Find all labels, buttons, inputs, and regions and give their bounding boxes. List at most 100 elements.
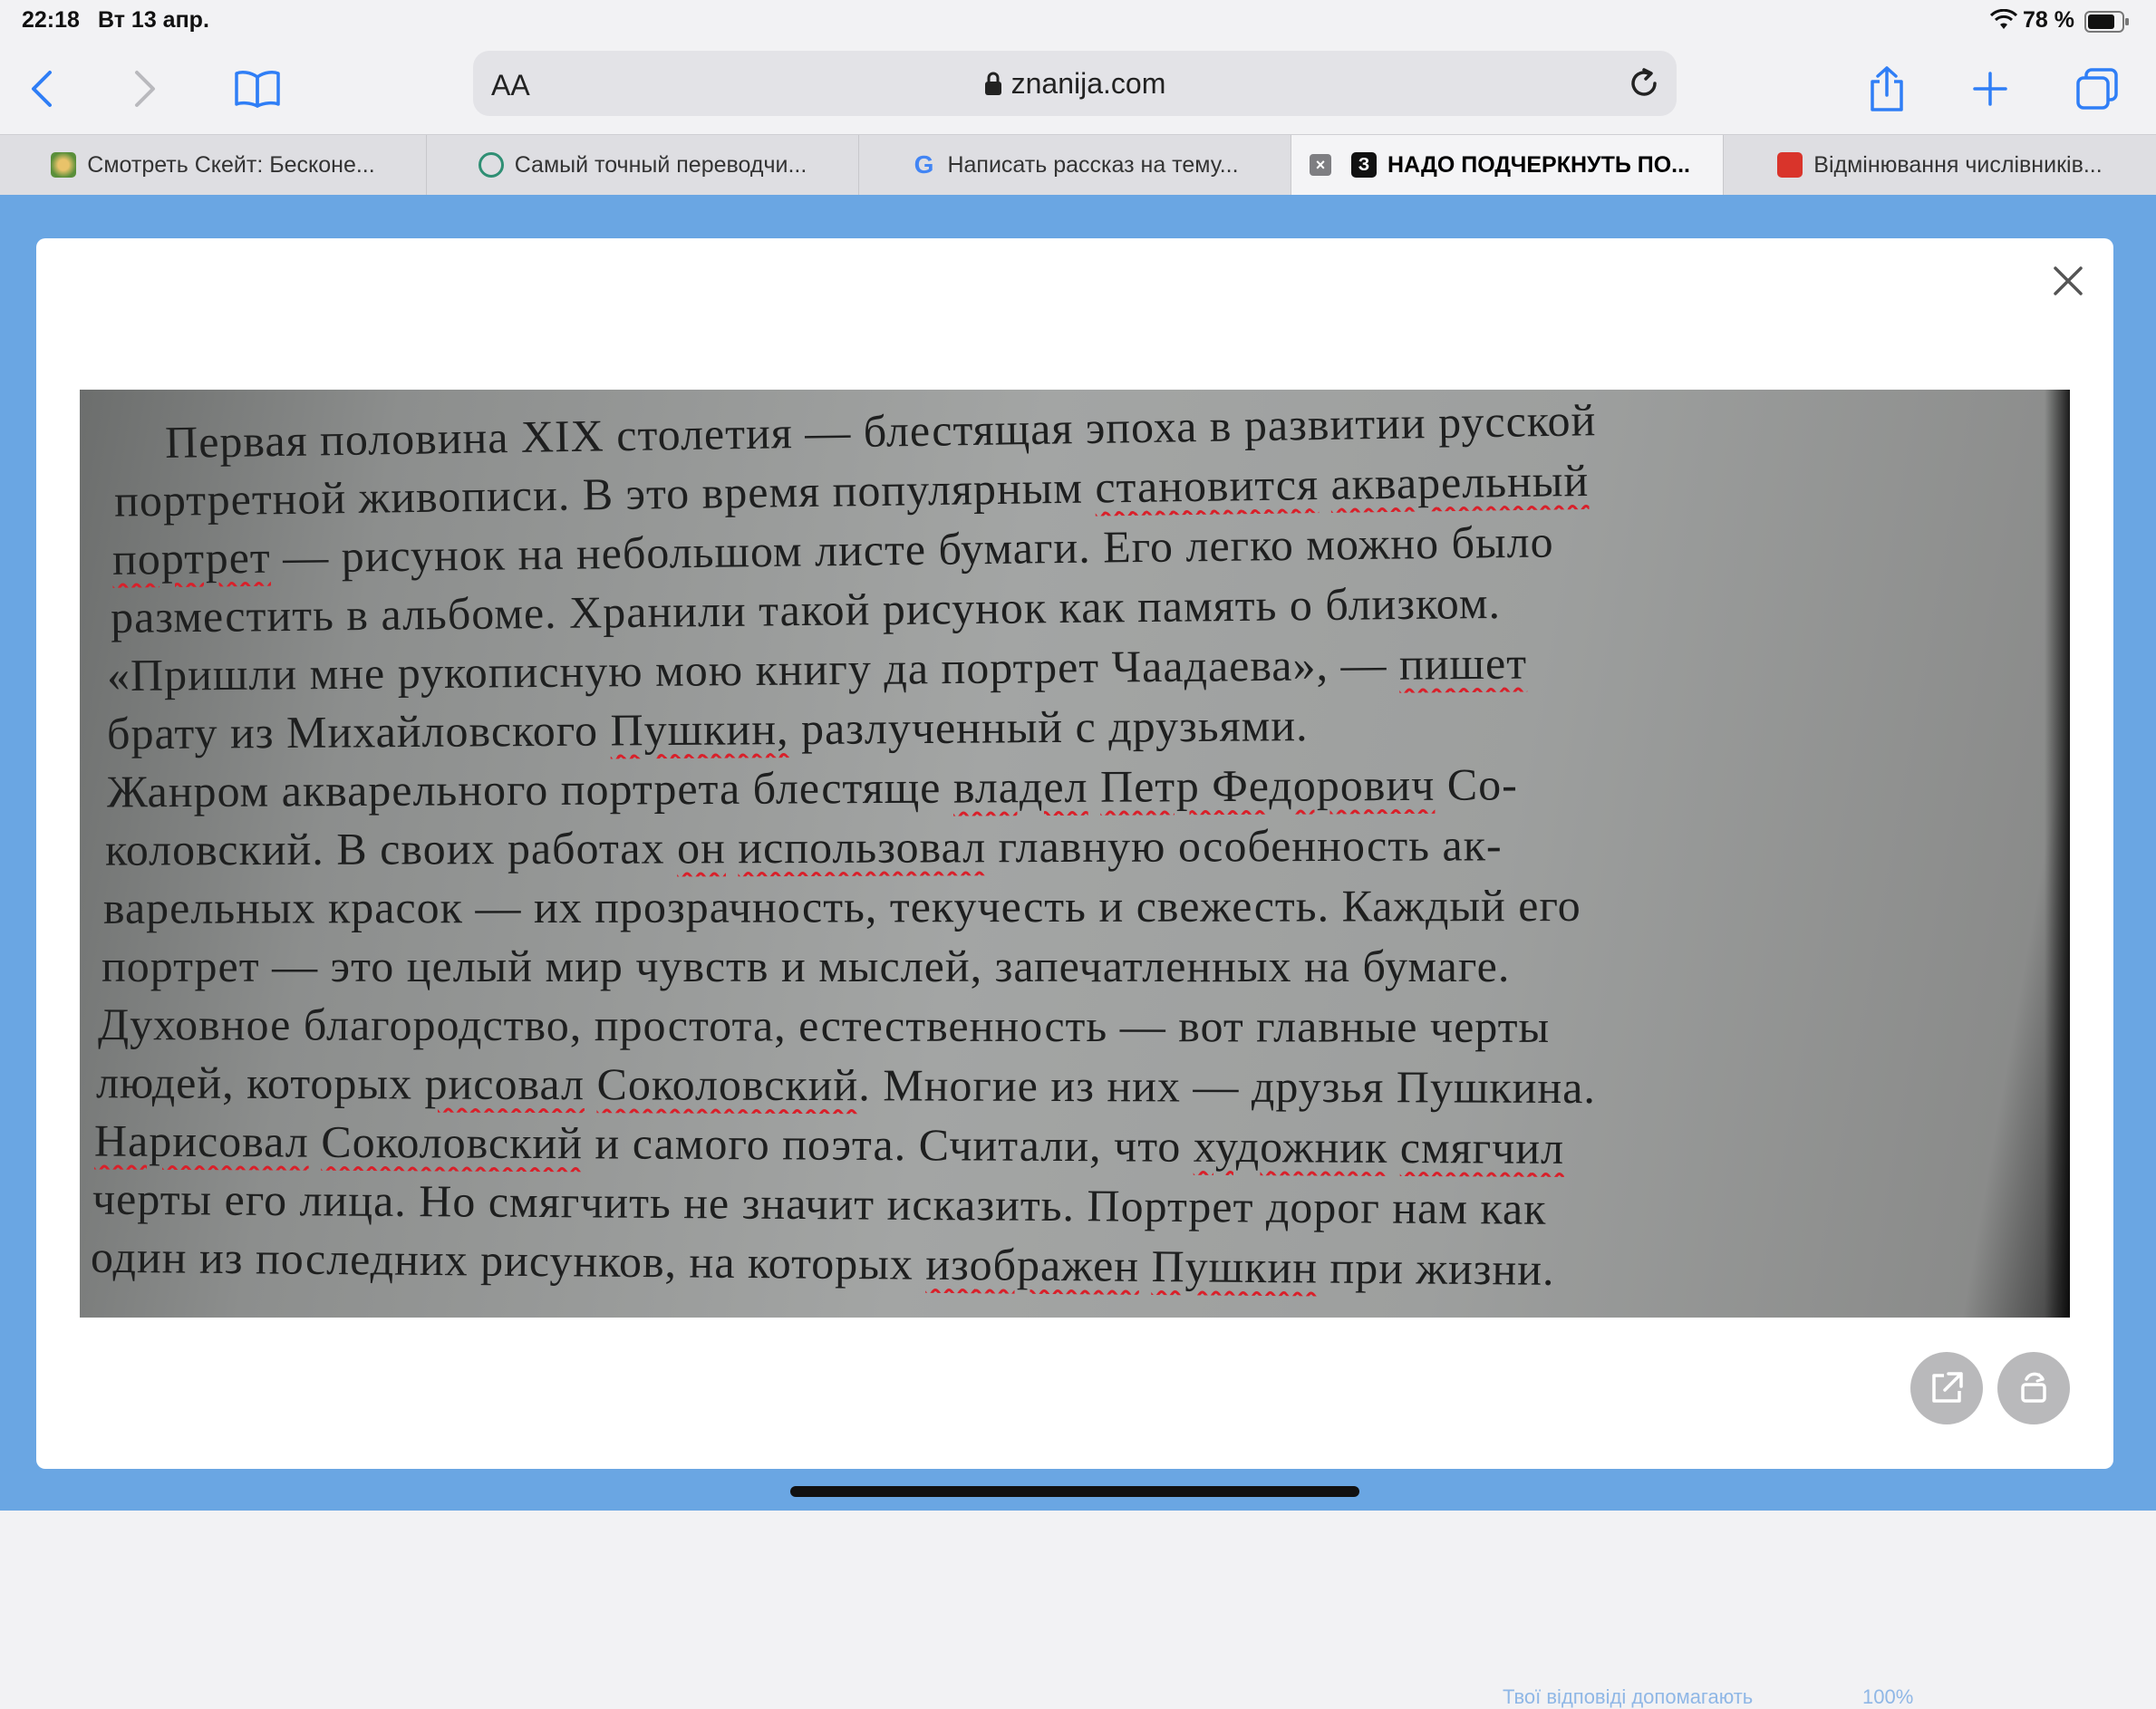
photo-text-line: брату из Михайловского Пушкин, разлученн… bbox=[107, 691, 2016, 763]
reload-icon[interactable] bbox=[1626, 65, 1662, 101]
underlined-word: он bbox=[676, 822, 726, 874]
skate-favicon bbox=[51, 152, 77, 178]
text-run bbox=[726, 822, 739, 873]
status-time: 22:18 bbox=[22, 7, 80, 33]
page-edge-shadow bbox=[2045, 390, 2070, 1318]
new-tab-button[interactable] bbox=[1963, 62, 2017, 116]
text-run: и самого поэта. Считали, что bbox=[582, 1117, 1194, 1172]
back-button[interactable] bbox=[15, 62, 69, 116]
textbook-photo: Первая половина XIX столетия — блестящая… bbox=[80, 390, 2070, 1318]
text-run: людей, которых bbox=[95, 1057, 425, 1109]
text-run: разместить в альбоме. Хранили такой рису… bbox=[110, 576, 1502, 643]
close-icon[interactable] bbox=[2050, 263, 2086, 299]
url-display[interactable]: znanija.com bbox=[473, 67, 1677, 101]
text-run: один из последних рисунков, на которых bbox=[90, 1231, 926, 1289]
text-run: Духовное благородство, простота, естеств… bbox=[97, 999, 1551, 1052]
external-link-icon bbox=[1932, 1372, 1963, 1403]
status-date: Вт 13 апр. bbox=[98, 7, 209, 33]
lock-icon bbox=[984, 72, 1001, 95]
background-text: Твої відповіді допомагають bbox=[1503, 1685, 1754, 1708]
text-run: «Пришли мне рукописную мою книгу да порт… bbox=[106, 638, 1400, 701]
underlined-word: смягчил bbox=[1399, 1121, 1565, 1173]
tab-google[interactable]: G Написать рассказ на тему... bbox=[859, 135, 1291, 195]
tab-translator[interactable]: Самый точный переводчи... bbox=[427, 135, 859, 195]
status-bar: 22:18 Вт 13 апр. 78 % bbox=[0, 0, 2156, 43]
forward-button[interactable] bbox=[118, 62, 172, 116]
photo-text-line: портрет — это целый мир чувств и мыслей,… bbox=[102, 937, 2016, 995]
text-run: главную особенность ак- bbox=[986, 819, 1503, 873]
rotate-image-button[interactable] bbox=[1997, 1352, 2070, 1424]
text-run: варельных красок — их прозрачность, теку… bbox=[102, 879, 1581, 933]
home-indicator[interactable] bbox=[790, 1486, 1359, 1497]
text-run bbox=[585, 1058, 597, 1109]
bookmarks-button[interactable] bbox=[230, 62, 285, 116]
underlined-word: Нарисовал bbox=[93, 1115, 309, 1167]
photo-text-line: Нарисовал Соколовский и самого поэта. Сч… bbox=[94, 1111, 2016, 1179]
translator-favicon bbox=[478, 152, 504, 178]
text-run: Жанром акварельного портрета блестяще bbox=[106, 761, 954, 817]
plus-icon bbox=[1973, 72, 2007, 106]
underlined-word: Пушкин, bbox=[610, 703, 789, 756]
background-percent: 100% bbox=[1862, 1685, 1914, 1708]
text-run bbox=[1088, 761, 1100, 812]
chevron-left-icon bbox=[32, 71, 52, 107]
underlined-word: становится bbox=[1094, 459, 1320, 513]
underlined-word: пишет bbox=[1398, 637, 1528, 690]
photo-text: Первая половина XIX столетия — блестящая… bbox=[80, 390, 2070, 1318]
text-run: разлученный с друзьями. bbox=[788, 700, 1309, 755]
text-run: брату из Михайловского bbox=[106, 704, 611, 759]
rotate-icon bbox=[2021, 1372, 2046, 1403]
underlined-word: рисовал bbox=[424, 1057, 585, 1110]
photo-text-line: варельных красок — их прозрачность, теку… bbox=[103, 875, 2016, 937]
text-run: портретной живописи. В это время популяр… bbox=[113, 461, 1096, 526]
wifi-icon bbox=[1990, 9, 2017, 29]
google-favicon: G bbox=[914, 150, 934, 179]
photo-text-line: коловский. В своих работах он использова… bbox=[105, 814, 2016, 878]
underlined-word: акварельный bbox=[1330, 454, 1590, 509]
tab-label: Смотреть Скейт: Бесконе... bbox=[87, 151, 375, 178]
text-run: . Многие из них — друзья Пушкина. bbox=[858, 1059, 1596, 1114]
photo-text-line: людей, которых рисовал Соколовский. Мног… bbox=[96, 1053, 2016, 1117]
underlined-word: Соколовский bbox=[321, 1115, 584, 1169]
underlined-word: изображен bbox=[925, 1238, 1140, 1291]
photo-text-line: Жанром акварельного портрета блестяще вл… bbox=[107, 752, 2016, 820]
text-run bbox=[1387, 1122, 1400, 1173]
underlined-word: владел bbox=[952, 760, 1088, 813]
text-run bbox=[1139, 1241, 1152, 1291]
tab-znanija-active[interactable]: × З НАДО ПОДЧЕРКНУТЬ ПО... bbox=[1291, 135, 1724, 195]
battery-percent: 78 % bbox=[2023, 7, 2074, 33]
close-tab-icon[interactable]: × bbox=[1310, 154, 1331, 176]
underlined-word: художник bbox=[1193, 1120, 1388, 1173]
tab-label: Написать рассказ на тему... bbox=[947, 151, 1239, 178]
text-run: — рисунок на небольшом листе бумаги. Его… bbox=[270, 516, 1554, 583]
open-external-button[interactable] bbox=[1910, 1352, 1983, 1424]
tab-bar: Смотреть Скейт: Бесконе... Самый точный … bbox=[0, 134, 2156, 196]
share-button[interactable] bbox=[1860, 62, 1914, 116]
photo-text-line: Духовное благородство, простота, естеств… bbox=[98, 995, 2016, 1057]
address-bar[interactable]: AA znanija.com bbox=[473, 51, 1677, 116]
tab-skate[interactable]: Смотреть Скейт: Бесконе... bbox=[0, 135, 427, 195]
tab-label: Відмінювання числівників... bbox=[1813, 151, 2103, 178]
text-run: Со- bbox=[1435, 758, 1518, 810]
text-run: портрет — это целый мир чувств и мыслей,… bbox=[102, 941, 1511, 991]
dictionary-favicon bbox=[1777, 152, 1803, 178]
url-text: znanija.com bbox=[1010, 67, 1166, 100]
battery-icon bbox=[2084, 11, 2129, 33]
underlined-word: Пушкин bbox=[1151, 1240, 1319, 1293]
tabs-overview-button[interactable] bbox=[2070, 62, 2124, 116]
underlined-word: использовал bbox=[738, 821, 987, 874]
text-run: коловский. В своих работах bbox=[104, 822, 678, 875]
chevron-right-icon bbox=[135, 71, 155, 107]
tab-label: Самый точный переводчи... bbox=[514, 151, 807, 178]
text-run: черты его лица. Но смягчить не значит ис… bbox=[92, 1173, 1547, 1234]
share-icon bbox=[1871, 66, 1903, 111]
underlined-word: портрет bbox=[111, 531, 272, 584]
text-run bbox=[309, 1116, 322, 1167]
underlined-word: Соколовский bbox=[596, 1058, 859, 1111]
tab-label: НАДО ПОДЧЕРКНУТЬ ПО... bbox=[1387, 151, 1691, 178]
tab-dictionary[interactable]: Відмінювання числівників... bbox=[1724, 135, 2156, 195]
tabs-icon bbox=[2076, 68, 2118, 110]
text-run: при жизни. bbox=[1317, 1241, 1555, 1295]
znanija-favicon: З bbox=[1350, 152, 1377, 178]
browser-toolbar: AA znanija.com bbox=[0, 43, 2156, 134]
